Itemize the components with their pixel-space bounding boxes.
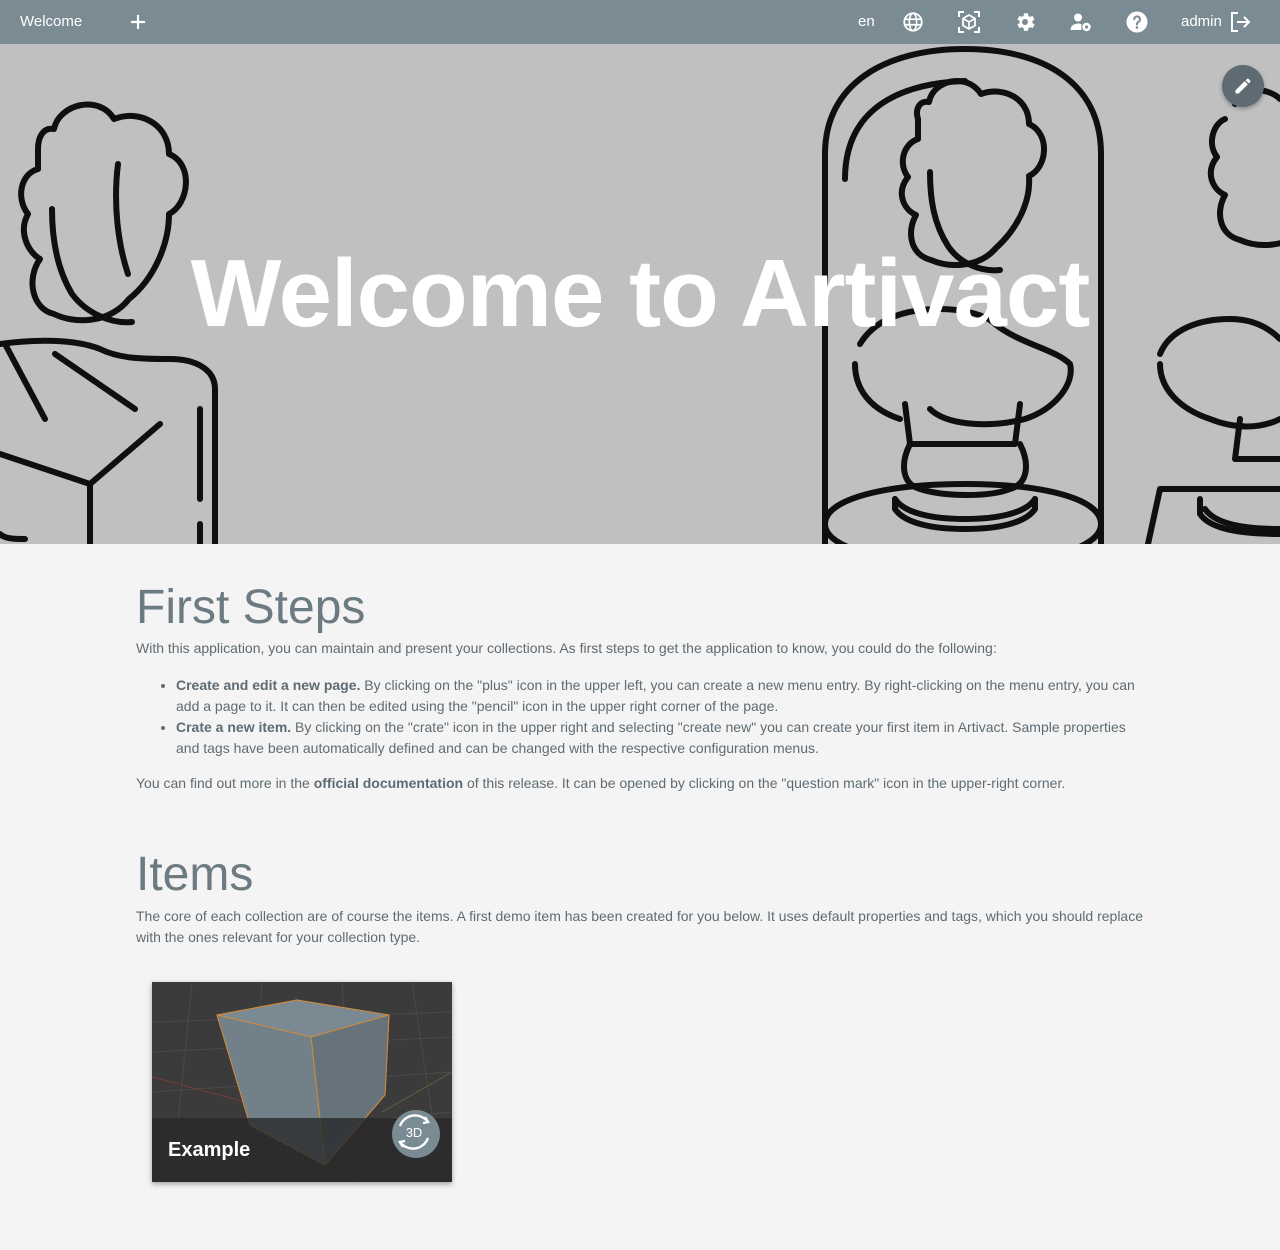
top-bar: Welcome en admin bbox=[0, 0, 1280, 44]
help-icon bbox=[1126, 11, 1148, 33]
items-button[interactable] bbox=[955, 8, 983, 36]
globe-icon bbox=[903, 12, 923, 32]
first-steps-heading: First Steps bbox=[136, 581, 366, 634]
add-menu-button[interactable] bbox=[124, 8, 152, 36]
items-description: The core of each collection are of cours… bbox=[136, 908, 1144, 945]
settings-button[interactable] bbox=[1011, 8, 1039, 36]
menu-entry-welcome[interactable]: Welcome bbox=[20, 13, 82, 31]
plus-icon bbox=[131, 15, 145, 29]
step-title: Create and edit a new page. bbox=[176, 677, 361, 693]
rotate-3d-icon: 3D bbox=[398, 1114, 430, 1150]
edit-page-button[interactable] bbox=[1222, 65, 1264, 107]
doc-hint-post: of this release. It can be opened by cli… bbox=[463, 775, 1066, 791]
item-title: Example bbox=[168, 1139, 251, 1161]
username: admin bbox=[1181, 13, 1222, 30]
first-steps-section: First Steps With this application, you c… bbox=[136, 580, 1146, 794]
item-card[interactable]: Example 3D bbox=[152, 982, 452, 1182]
user-settings-icon bbox=[1070, 13, 1091, 32]
documentation-hint: You can find out more in the official do… bbox=[136, 773, 1146, 794]
list-item: Crate a new item. By clicking on the "cr… bbox=[176, 717, 1146, 759]
logout-icon bbox=[1231, 12, 1251, 32]
first-steps-intro: With this application, you can maintain … bbox=[136, 640, 997, 656]
model-3d-badge: 3D bbox=[392, 1110, 440, 1158]
logout-button[interactable] bbox=[1226, 8, 1254, 36]
step-text: By clicking on the "crate" icon in the u… bbox=[176, 719, 1126, 756]
first-steps-list: Create and edit a new page. By clicking … bbox=[176, 675, 1146, 759]
locale-button[interactable] bbox=[899, 8, 927, 36]
hero-banner: Welcome to Artivact bbox=[0, 44, 1280, 544]
account-settings-button[interactable] bbox=[1067, 8, 1095, 36]
doc-hint-pre: You can find out more in the bbox=[136, 775, 314, 791]
gear-icon bbox=[1017, 13, 1035, 31]
hero-title: Welcome to Artivact bbox=[190, 240, 1091, 347]
step-title: Crate a new item. bbox=[176, 719, 292, 735]
pencil-icon bbox=[1235, 78, 1251, 94]
crate-3d-icon bbox=[958, 11, 980, 33]
list-item: Create and edit a new page. By clicking … bbox=[176, 675, 1146, 717]
items-section: Items The core of each collection are of… bbox=[136, 847, 1146, 948]
documentation-link-text: official documentation bbox=[313, 775, 464, 791]
items-heading: Items bbox=[136, 848, 254, 901]
language-indicator: en bbox=[858, 13, 875, 30]
help-button[interactable] bbox=[1123, 8, 1151, 36]
badge-label: 3D bbox=[406, 1125, 423, 1140]
